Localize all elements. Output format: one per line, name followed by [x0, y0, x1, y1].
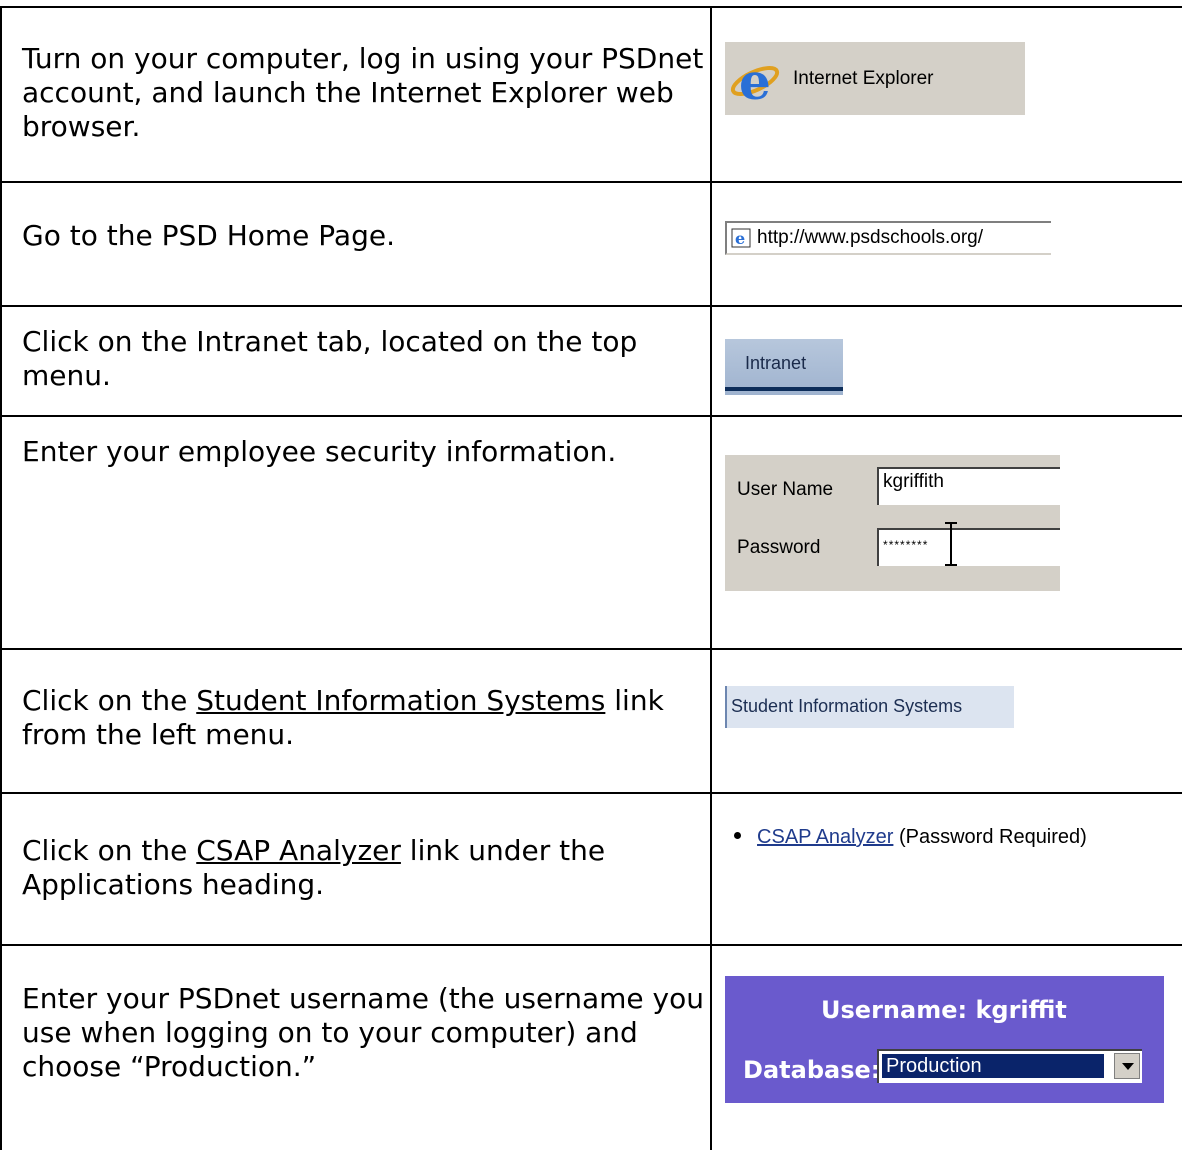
address-url: http://www.psdschools.org/ [757, 227, 984, 248]
step-6-text-before: Click on the [22, 834, 197, 867]
svg-text:e: e [735, 229, 745, 248]
step-6-text: Click on the CSAP Analyzer link under th… [2, 794, 710, 902]
step-5-text: Click on the Student Information Systems… [2, 650, 710, 752]
svg-text:e: e [739, 52, 771, 107]
step-2-text-cell: Go to the PSD Home Page. [0, 181, 713, 307]
student-information-systems-link[interactable]: Student Information Systems [196, 684, 605, 717]
step-5-text-cell: Click on the Student Information Systems… [0, 648, 713, 794]
step-2-image-cell: e http://www.psdschools.org/ [710, 181, 1182, 307]
database-select-value: Production [881, 1053, 1106, 1079]
text-cursor-icon [945, 522, 958, 566]
ie-page-icon: e [731, 228, 751, 248]
login-form: User Name kgriffith Password ******** [725, 455, 1061, 591]
sidebar-item-student-information-systems[interactable]: Student Information Systems [725, 686, 1015, 728]
database-select[interactable]: Production [877, 1049, 1143, 1083]
step-5-text-before: Click on the [22, 684, 197, 717]
step-2-text: Go to the PSD Home Page. [22, 219, 395, 252]
tab-underline [725, 387, 844, 391]
username-display: Username: kgriffit [821, 996, 1067, 1024]
step-7-text: Enter your PSDnet username (the username… [22, 982, 704, 1083]
chevron-down-icon[interactable] [1114, 1053, 1141, 1079]
step-6-text-cell: Click on the CSAP Analyzer link under th… [0, 792, 713, 946]
internet-explorer-label: Internet Explorer [793, 67, 934, 89]
step-1-text-cell: Turn on your computer, log in using your… [0, 6, 713, 183]
step-3-text-cell: Click on the Intranet tab, located on th… [0, 305, 713, 417]
step-3-image-cell: Intranet [710, 305, 1182, 417]
step-1-image-cell: e Internet Explorer [710, 6, 1182, 183]
csap-analyzer-link[interactable]: CSAP Analyzer [196, 834, 401, 867]
database-label: Database: [743, 1056, 881, 1084]
username-field[interactable]: kgriffith [877, 467, 1061, 505]
csap-analyzer-shot-link[interactable]: CSAP Analyzer [757, 826, 893, 848]
step-1-text: Turn on your computer, log in using your… [22, 42, 704, 143]
bullet-icon [734, 832, 742, 840]
internet-explorer-icon: e [730, 52, 780, 107]
csap-analyzer-list-item: CSAP Analyzer (Password Required) [722, 826, 1182, 849]
step-7-text-cell: Enter your PSDnet username (the username… [0, 944, 713, 1150]
step-6-image-cell: CSAP Analyzer (Password Required) [710, 792, 1182, 946]
tab-intranet[interactable]: Intranet [725, 339, 844, 395]
password-field[interactable]: ******** [877, 528, 1061, 566]
address-bar[interactable]: e http://www.psdschools.org/ [725, 221, 1052, 255]
tab-intranet-label: Intranet [745, 353, 807, 373]
username-label: User Name [737, 479, 834, 500]
instruction-table: Turn on your computer, log in using your… [0, 6, 1182, 1150]
step-3-text: Click on the Intranet tab, located on th… [22, 325, 638, 392]
step-5-image-cell: Student Information Systems [710, 648, 1182, 794]
database-login-panel: Username: kgriffit Database: Production [725, 976, 1165, 1103]
password-required-note: (Password Required) [898, 826, 1087, 848]
step-4-text-cell: Enter your employee security information… [0, 415, 713, 650]
step-7-image-cell: Username: kgriffit Database: Production [710, 944, 1182, 1150]
step-4-image-cell: User Name kgriffith Password ******** [710, 415, 1182, 650]
step-4-text: Enter your employee security information… [22, 435, 617, 468]
password-label: Password [737, 537, 821, 558]
internet-explorer-launcher[interactable]: e Internet Explorer [725, 42, 1026, 115]
